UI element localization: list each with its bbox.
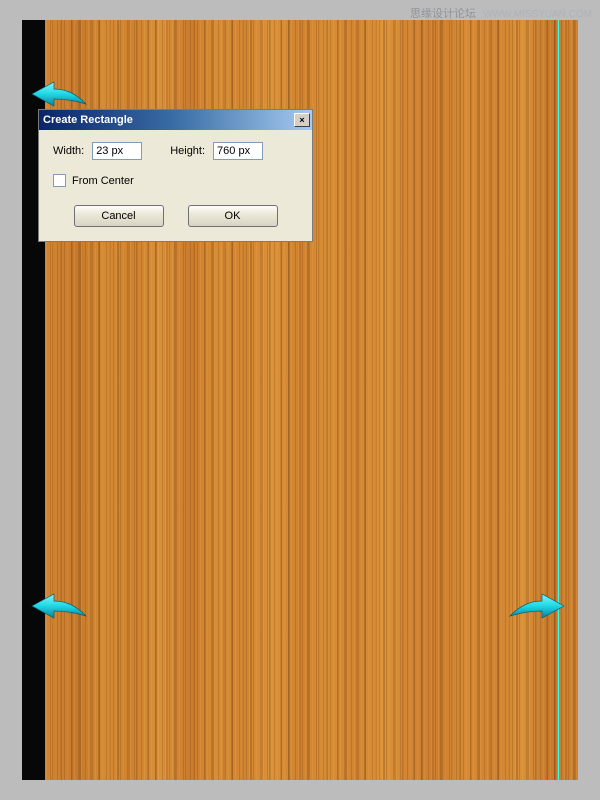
width-input[interactable] [92, 142, 142, 160]
cancel-button[interactable]: Cancel [74, 205, 164, 227]
watermark-url: WWW.MISSYUAN.COM [483, 9, 592, 20]
from-center-row[interactable]: From Center [53, 174, 298, 187]
dialog-buttons: Cancel OK [53, 205, 298, 227]
annotation-arrow-bottom-right [508, 592, 566, 626]
close-icon: × [299, 116, 304, 125]
from-center-checkbox[interactable] [53, 174, 66, 187]
dimensions-row: Width: Height: [53, 142, 298, 160]
dialog-title: Create Rectangle [43, 114, 133, 126]
dialog-body: Width: Height: From Center Cancel OK [39, 130, 312, 241]
watermark-cn: 思缘设计论坛 [410, 8, 476, 20]
from-center-label: From Center [72, 175, 134, 187]
annotation-arrow-bottom-left [30, 592, 88, 626]
watermark: 思缘设计论坛 WWW.MISSYUAN.COM [410, 5, 592, 21]
height-label: Height: [170, 145, 205, 157]
create-rectangle-dialog: Create Rectangle × Width: Height: From C… [38, 109, 313, 242]
width-label: Width: [53, 145, 84, 157]
ok-button[interactable]: OK [188, 205, 278, 227]
height-input[interactable] [213, 142, 263, 160]
dialog-titlebar[interactable]: Create Rectangle × [39, 110, 312, 130]
close-button[interactable]: × [294, 113, 310, 127]
guide-line-right [558, 20, 559, 780]
